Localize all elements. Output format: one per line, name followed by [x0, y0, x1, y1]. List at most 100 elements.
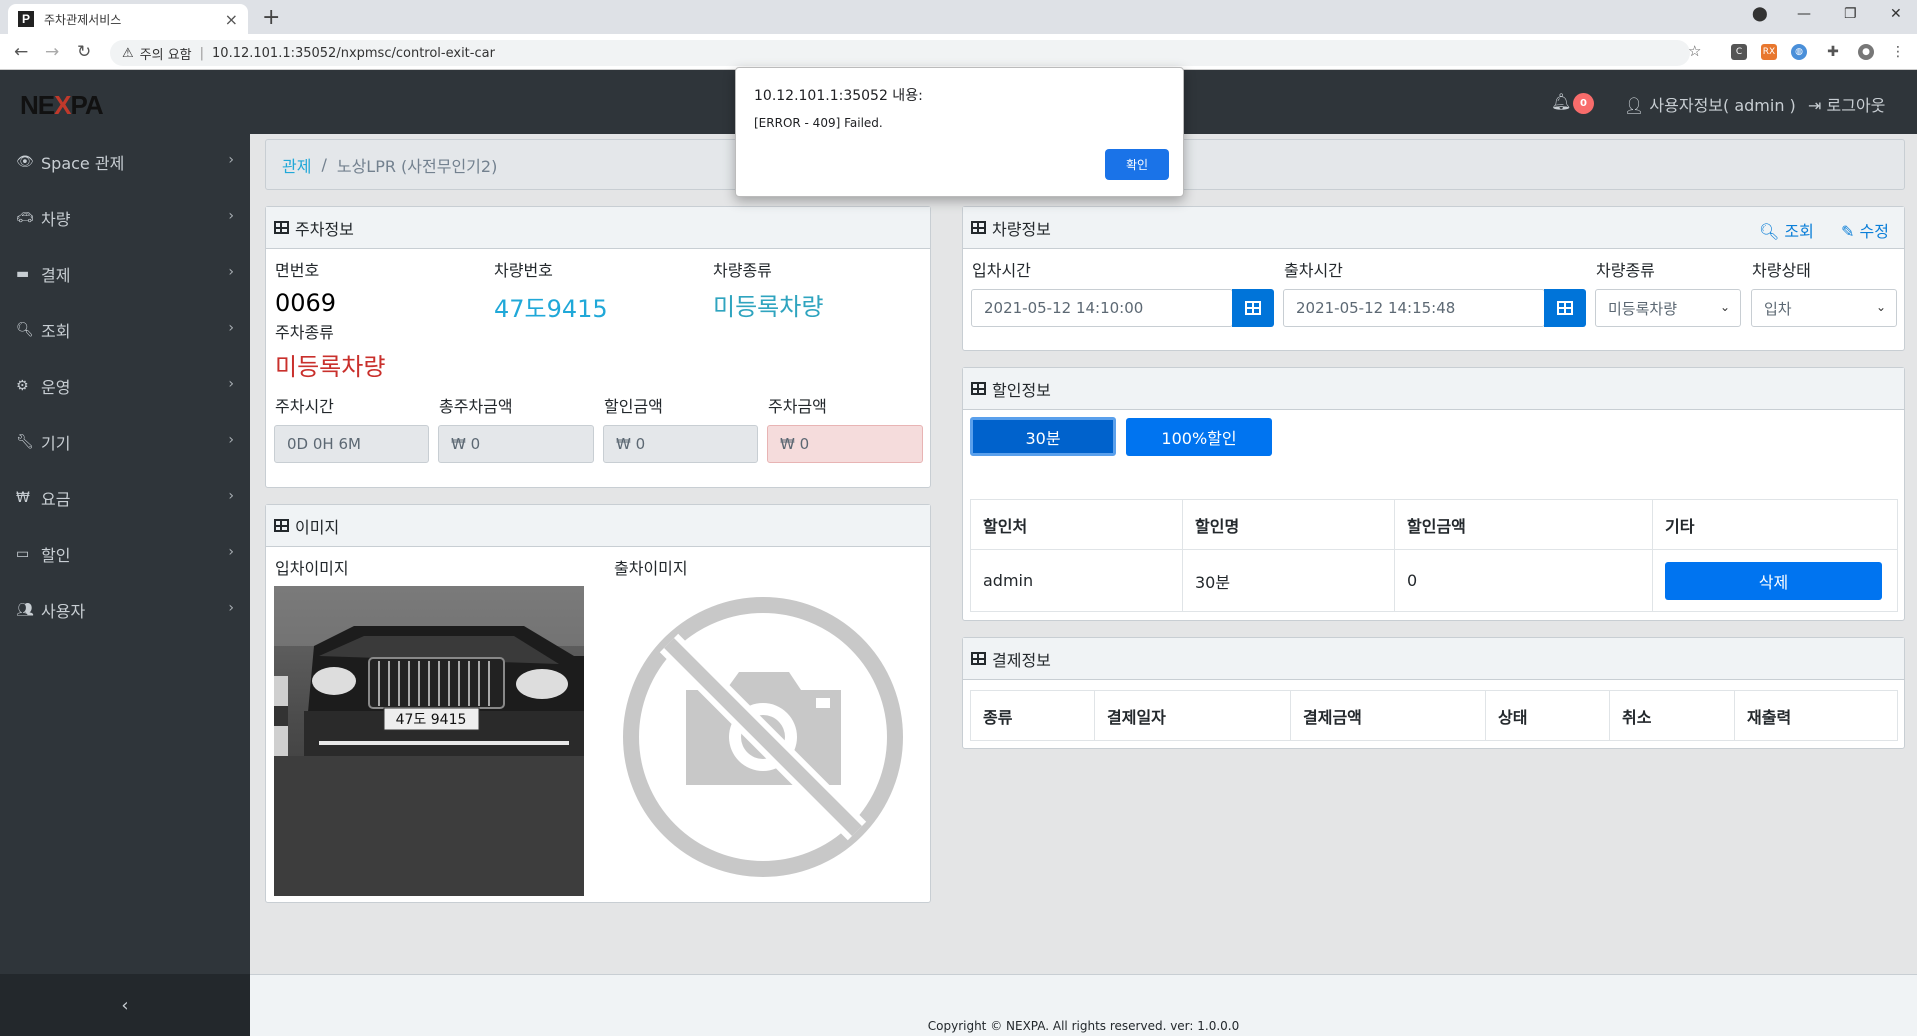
- forward-icon[interactable]: →: [45, 42, 59, 62]
- card-title: 결제정보: [992, 650, 1051, 670]
- restore-icon[interactable]: ❐: [1844, 6, 1857, 22]
- chevron-down-icon: ⌄: [1719, 300, 1730, 314]
- extension-globe-icon[interactable]: ◍: [1791, 44, 1807, 60]
- chevron-right-icon: ›: [228, 488, 234, 504]
- car-type-select[interactable]: 미등록차량 ⌄: [1595, 289, 1741, 327]
- sidebar-item-payment[interactable]: ▬ 결제 ›: [0, 246, 250, 302]
- delete-button[interactable]: 삭제: [1665, 561, 1882, 600]
- discount-100pct-button[interactable]: 100%할인: [1126, 418, 1272, 456]
- breadcrumb-root-link[interactable]: 관제: [282, 153, 311, 177]
- table-icon: [274, 221, 289, 234]
- car-type-value: 미등록차량: [713, 293, 824, 321]
- sidebar-item-car[interactable]: 🚗︎ 차량 ›: [0, 190, 250, 246]
- entry-image-label: 입차이미지: [275, 559, 349, 578]
- edit-link[interactable]: ✎ 수정: [1841, 218, 1889, 242]
- table-header-row: 종류 결제일자 결제금액 상태 취소 재출력: [970, 690, 1898, 741]
- eye-icon: 👁︎: [16, 154, 34, 170]
- car-no-label: 차량번호: [494, 261, 553, 280]
- card-title: 주차정보: [295, 219, 354, 239]
- sidebar-minimizer[interactable]: ‹: [0, 974, 250, 1036]
- entry-calendar-button[interactable]: [1232, 289, 1274, 327]
- search-icon: 🔍︎: [1759, 222, 1780, 241]
- card-title: 할인정보: [992, 380, 1051, 400]
- reload-icon[interactable]: ↻: [77, 42, 91, 62]
- extensions-puzzle-icon[interactable]: ✚: [1825, 44, 1841, 60]
- user-info-link[interactable]: 👤︎ 사용자정보( admin ): [1624, 92, 1796, 116]
- new-tab-icon[interactable]: +: [262, 5, 280, 30]
- breadcrumb-separator: /: [321, 155, 327, 174]
- duration-field: 0D 0H 6M: [274, 425, 429, 463]
- calendar-icon: [1245, 301, 1261, 315]
- url-field[interactable]: ⚠ 주의 요함 | 10.12.101.1:35052/nxpmsc/contr…: [110, 40, 1690, 66]
- car-type-label: 차량종류: [713, 261, 772, 280]
- discount-name-cell: 30분: [1182, 549, 1395, 612]
- breadcrumb-current: 노상LPR (사전무인기2): [336, 156, 498, 176]
- notification-badge: 0: [1573, 93, 1594, 114]
- sidebar-item-device[interactable]: 🔧︎ 기기 ›: [0, 414, 250, 470]
- table-icon: [971, 382, 986, 395]
- chevron-right-icon: ›: [228, 264, 234, 280]
- won-icon: ₩: [16, 490, 30, 506]
- bookmark-star-icon[interactable]: ☆: [1688, 42, 1701, 60]
- entry-time-input[interactable]: 2021-05-12 14:10:00: [971, 289, 1233, 327]
- payment-info-card: 결제정보 종류 결제일자 결제금액 상태 취소 재출력: [962, 637, 1905, 749]
- table-icon: [971, 221, 986, 234]
- address-bar-row: ← → ↻ ⚠ 주의 요함 | 10.12.101.1:35052/nxpmsc…: [0, 34, 1917, 70]
- logout-link[interactable]: ⇥ 로그아웃: [1808, 92, 1885, 116]
- search-icon: 🔍︎: [16, 322, 34, 338]
- car-status-select[interactable]: 입차 ⌄: [1751, 289, 1897, 327]
- browser-menu-icon[interactable]: ⋮: [1890, 44, 1906, 60]
- total-fee-field: ₩ 0: [438, 425, 594, 463]
- extension-rx-icon[interactable]: RX: [1761, 44, 1777, 60]
- browser-tabbar: P 주차관제서비스 × + ⬤ — ❐ ✕: [0, 0, 1917, 34]
- column-header: 할인처: [970, 499, 1183, 550]
- exit-time-input[interactable]: 2021-05-12 14:15:48: [1283, 289, 1545, 327]
- parking-fee-field: ₩ 0: [767, 425, 923, 463]
- sidebar-item-search[interactable]: 🔍︎ 조회 ›: [0, 302, 250, 358]
- dialog-message: [ERROR - 409] Failed.: [754, 116, 883, 130]
- table-icon: [971, 652, 986, 665]
- space-no-value: 0069: [275, 289, 337, 317]
- user-icon: 👤︎: [1624, 96, 1645, 115]
- close-window-icon[interactable]: ✕: [1890, 6, 1902, 22]
- exit-calendar-button[interactable]: [1544, 289, 1586, 327]
- car-status-label: 차량상태: [1752, 261, 1811, 280]
- sidebar-item-users[interactable]: 👥︎ 사용자 ›: [0, 582, 250, 638]
- parking-fee-label: 주차금액: [768, 397, 827, 416]
- chevron-right-icon: ›: [228, 152, 234, 168]
- bell-icon[interactable]: 🔔︎: [1551, 92, 1571, 111]
- sidebar-item-discount[interactable]: ▭ 할인 ›: [0, 526, 250, 582]
- discount-action-cell: 삭제: [1652, 549, 1898, 612]
- image-card: 이미지 입차이미지 출차이미지 47도 9415: [265, 504, 931, 903]
- duration-label: 주차시간: [275, 397, 334, 416]
- discount-30min-button[interactable]: 30분: [970, 417, 1116, 456]
- users-icon: 👥︎: [16, 602, 34, 618]
- ticket-icon: ▭: [16, 546, 30, 562]
- sidebar-item-fee[interactable]: ₩ 요금 ›: [0, 470, 250, 526]
- parking-type-label: 주차종류: [275, 323, 334, 342]
- exit-time-label: 출차시간: [1284, 261, 1343, 280]
- sidebar-item-operation[interactable]: ⚙ 운영 ›: [0, 358, 250, 414]
- parking-type-value: 미등록차량: [275, 353, 386, 381]
- entry-car-image[interactable]: 47도 9415: [274, 586, 584, 896]
- extension-c-icon[interactable]: C: [1731, 44, 1747, 60]
- card-header: 결제정보: [963, 638, 1904, 680]
- profile-avatar-icon[interactable]: ●: [1858, 44, 1874, 60]
- nexpa-logo: NEXPA: [20, 90, 104, 120]
- dialog-ok-button[interactable]: 확인: [1105, 149, 1169, 180]
- column-header: 재출력: [1734, 690, 1898, 741]
- profile-menu-icon[interactable]: ⬤: [1752, 6, 1768, 22]
- cogs-icon: ⚙: [16, 378, 29, 394]
- sidebar-item-space[interactable]: 👁︎ Space 관제 ›: [0, 134, 250, 190]
- tab-close-icon[interactable]: ×: [225, 10, 238, 29]
- parking-info-card: 주차정보 면번호 0069 차량번호 47도9415 차량종류 미등록차량 주차…: [265, 206, 931, 488]
- back-icon[interactable]: ←: [14, 42, 28, 62]
- browser-tab[interactable]: P 주차관제서비스 ×: [8, 4, 248, 34]
- search-link[interactable]: 🔍︎ 조회: [1759, 218, 1814, 242]
- minimize-icon[interactable]: —: [1797, 6, 1811, 22]
- car-type-label: 차량종류: [1596, 261, 1655, 280]
- column-header: 상태: [1485, 690, 1610, 741]
- table-header-row: 할인처 할인명 할인금액 기타: [970, 499, 1898, 550]
- column-header: 할인명: [1182, 499, 1395, 550]
- card-title: 차량정보: [992, 219, 1051, 239]
